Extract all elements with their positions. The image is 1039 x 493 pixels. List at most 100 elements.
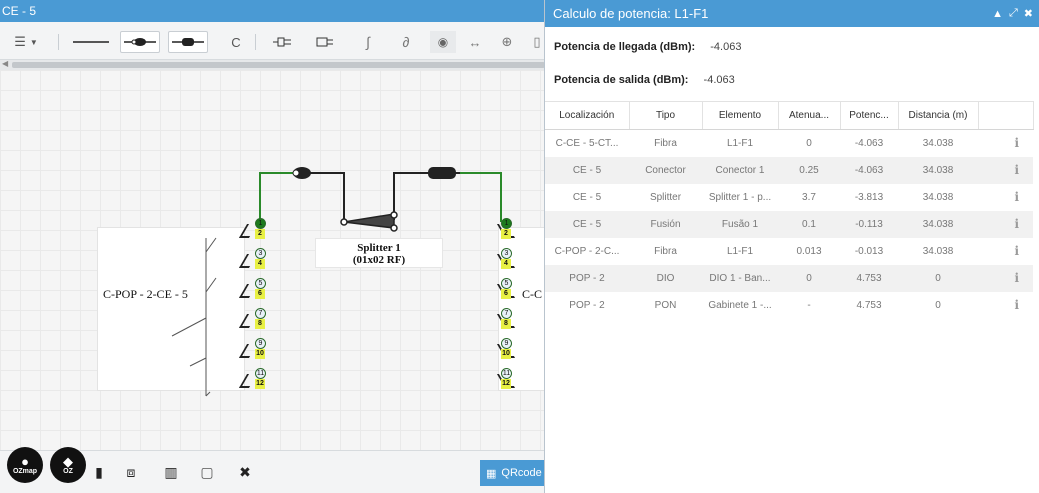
cell-element: Conector 1 — [702, 156, 778, 184]
port-number[interactable]: 4 — [255, 259, 265, 269]
refresh-button[interactable]: C — [226, 31, 246, 53]
info-icon[interactable]: i — [1014, 244, 1019, 258]
diagram-svg — [171, 167, 502, 397]
table-row[interactable]: CE - 5 Fusión Fusão 1 0.1 -0.113 34.038 i — [545, 210, 1033, 238]
port-number[interactable]: 8 — [501, 319, 511, 329]
qrcode-button[interactable]: ▦ QRcode — [480, 460, 545, 486]
right-port-pair[interactable]: 11 12 — [493, 368, 516, 392]
port-number[interactable]: 1 — [501, 218, 512, 229]
splitter-tool-button[interactable] — [268, 31, 296, 53]
cell-location: CE - 5 — [572, 191, 602, 203]
info-icon[interactable]: i — [1014, 163, 1019, 177]
power-table-body: C-CE - 5-CT... Fibra L1-F1 0 -4.063 34.038 i CE… — [545, 130, 1033, 319]
right-port-pair[interactable]: 34 — [493, 248, 516, 272]
maximize-icon[interactable]: ⤢ — [1009, 7, 1018, 20]
oz-logo[interactable]: ◆ OZ — [50, 447, 86, 483]
more-tools-button[interactable]: ▯ — [530, 31, 544, 53]
table-row[interactable]: C-CE - 5-CT... Fibra L1-F1 0 -4.063 34.038 i — [545, 130, 1033, 157]
port-number[interactable]: 7 — [255, 308, 266, 319]
left-port-pair[interactable]: 56 — [238, 278, 269, 302]
note-button[interactable]: ▢ — [194, 459, 220, 485]
crosshair-icon: ⊕ — [501, 34, 513, 49]
port-number[interactable]: 12 — [501, 379, 511, 389]
port-number[interactable]: 11 — [501, 368, 512, 379]
port-number[interactable]: 3 — [501, 248, 512, 259]
column-header-distance[interactable]: Distancia (m) — [898, 101, 979, 130]
port-number[interactable]: 6 — [501, 289, 511, 299]
dio-tool-button[interactable] — [312, 31, 338, 53]
view-tool-button[interactable]: ◉ — [430, 31, 456, 53]
rack-button[interactable]: ▮ — [86, 459, 112, 485]
right-port-pair[interactable]: 9 10 — [493, 338, 516, 362]
column-header-attenuation[interactable]: Atenua... — [778, 101, 841, 130]
connector-mark[interactable] — [292, 167, 311, 179]
port-number[interactable]: 5 — [255, 278, 266, 289]
cell-attenuation: 3.7 — [802, 191, 816, 203]
port-number[interactable]: 9 — [255, 338, 266, 349]
list-menu-button[interactable]: ☰ ▼ — [8, 31, 44, 53]
info-icon[interactable]: i — [1014, 217, 1019, 231]
fusion-tool-button[interactable] — [168, 31, 208, 53]
table-row[interactable]: POP - 2 PON Gabinete 1 -... - 4.753 0 i — [545, 292, 1033, 319]
left-port-pair[interactable]: 12 — [238, 218, 269, 242]
left-port-pair[interactable]: 11 12 — [238, 368, 269, 392]
column-header-location[interactable]: Localización — [545, 101, 630, 130]
link-tool-button[interactable]: ∫ — [354, 31, 382, 53]
line-tool-button[interactable] — [68, 31, 114, 53]
editor-toolbar: ☰ ▼ C ∫ ∂ ◉ ↔ ⊕ ▯ — [0, 22, 545, 60]
active-fiber[interactable] — [259, 172, 502, 222]
port-number[interactable]: 6 — [255, 289, 265, 299]
info-icon[interactable]: i — [1014, 271, 1019, 285]
port-number[interactable]: 3 — [255, 248, 266, 259]
left-port-pair[interactable]: 9 10 — [238, 338, 269, 362]
diagram-canvas[interactable]: C-POP - 2-CE - 5 C-C Splitter 1 (01x02 R… — [0, 70, 545, 450]
left-port-pair[interactable]: 78 — [238, 308, 269, 332]
cell-distance: 34.038 — [922, 191, 954, 203]
port-number[interactable]: 10 — [501, 349, 511, 359]
table-row[interactable]: POP - 2 DIO DIO 1 - Ban... 0 4.753 0 i — [545, 264, 1033, 292]
fusion-mark[interactable] — [428, 167, 456, 179]
chevron-down-icon: ▼ — [29, 37, 38, 47]
table-row[interactable]: CE - 5 Conector Conector 1 0.25 -4.063 34.038… — [545, 156, 1033, 184]
table-row[interactable]: C-POP - 2-C... Fibra L1-F1 0.013 -0.013 34.03… — [545, 238, 1033, 265]
connector-tool-button[interactable] — [120, 31, 160, 53]
port-number[interactable]: 1 — [255, 218, 266, 229]
cabinet-button[interactable]: ▥ — [158, 459, 184, 485]
column-header-power[interactable]: Potenc... — [840, 101, 899, 130]
info-icon[interactable]: i — [1014, 136, 1019, 150]
scrollbar-thumb[interactable] — [12, 62, 545, 68]
horizontal-scrollbar[interactable]: ◀ — [0, 59, 545, 70]
fusion-box-button[interactable]: ⧈ — [118, 459, 144, 485]
crosshair-button[interactable]: ⊕ — [496, 31, 518, 53]
unlink-tool-button[interactable]: ∂ — [392, 31, 420, 53]
info-icon[interactable]: i — [1014, 190, 1019, 204]
cell-info: i — [978, 156, 1033, 184]
port-number[interactable]: 9 — [501, 338, 512, 349]
port-number[interactable]: 2 — [255, 229, 265, 239]
column-header-type[interactable]: Tipo — [629, 101, 703, 130]
column-header-element[interactable]: Elemento — [702, 101, 779, 130]
left-port-pair[interactable]: 34 — [238, 248, 269, 272]
close-icon[interactable]: ✖ — [1024, 7, 1033, 20]
right-port-pair[interactable]: 78 — [493, 308, 516, 332]
right-port-pair[interactable]: 56 — [493, 278, 516, 302]
port-number[interactable]: 10 — [255, 349, 265, 359]
delete-button[interactable]: ✖ — [232, 459, 258, 485]
port-number[interactable]: 7 — [501, 308, 512, 319]
port-number[interactable]: 4 — [501, 259, 511, 269]
port-number[interactable]: 8 — [255, 319, 265, 329]
port-number[interactable]: 5 — [501, 278, 512, 289]
ozmap-logo[interactable]: ● OZmap — [7, 447, 43, 483]
info-icon[interactable]: i — [1014, 298, 1019, 312]
rack-icon: ▮ — [95, 463, 103, 480]
table-row[interactable]: CE - 5 Splitter Splitter 1 - p... 3.7 -3.813… — [545, 184, 1033, 211]
port-number[interactable]: 11 — [255, 368, 266, 379]
splitter-mark[interactable] — [340, 211, 398, 232]
collapse-icon[interactable]: ▲ — [992, 8, 1003, 20]
right-port-pair[interactable]: 12 — [493, 218, 516, 242]
expand-horizontal-button[interactable]: ↔ — [464, 31, 486, 53]
scroll-left-icon[interactable]: ◀ — [2, 59, 8, 68]
port-number[interactable]: 2 — [501, 229, 511, 239]
cell-power: -3.813 — [854, 191, 884, 203]
port-number[interactable]: 12 — [255, 379, 265, 389]
